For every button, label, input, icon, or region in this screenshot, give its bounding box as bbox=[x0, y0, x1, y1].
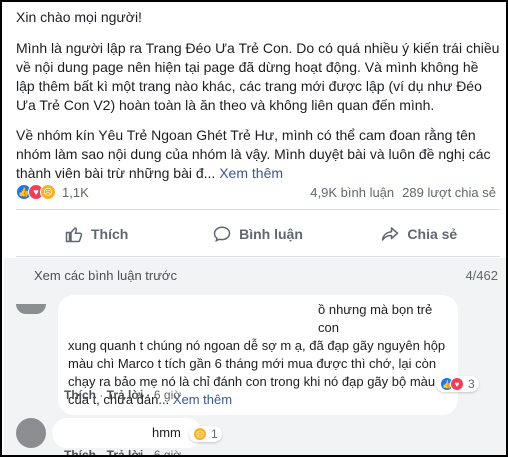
share-button[interactable]: Chia sẻ bbox=[339, 216, 500, 252]
comment-time[interactable]: 6 giờ bbox=[154, 388, 181, 402]
sad-icon: ☹ bbox=[193, 427, 207, 441]
post-frame: Xin chào mọi người! Mình là người lập ra… bbox=[0, 0, 508, 457]
post-paragraph-2: Về nhóm kín Yêu Trẻ Ngoan Ghét Trẻ Hư, m… bbox=[16, 126, 500, 183]
share-count[interactable]: 289 lượt chia sẻ bbox=[402, 185, 496, 200]
reaction-summary: 👍 ♥ ☹ 1,1K 4,9K bình luận 289 lượt chia … bbox=[16, 182, 500, 202]
comment-reply-link[interactable]: Trả lời bbox=[107, 448, 144, 455]
comment-meta: Thích · Trả lời · 6 giờ bbox=[64, 388, 182, 402]
comment-icon bbox=[213, 226, 231, 243]
see-more-link[interactable]: Xem thêm bbox=[219, 165, 283, 181]
comment-label: Bình luận bbox=[239, 226, 303, 242]
divider-bottom bbox=[16, 256, 500, 257]
sad-icon: ☹ bbox=[40, 184, 56, 200]
comment-count[interactable]: 4,9K bình luận bbox=[310, 185, 394, 200]
share-label: Chia sẻ bbox=[407, 226, 458, 242]
like-label: Thích bbox=[90, 226, 129, 242]
post-body: Xin chào mọi người! Mình là người lập ra… bbox=[16, 8, 500, 194]
like-button[interactable]: Thích bbox=[16, 216, 177, 252]
reaction-count[interactable]: 1,1K bbox=[62, 185, 89, 200]
avatar[interactable] bbox=[16, 418, 46, 448]
comment-meta: Thích · Trả lời · 6 giờ bbox=[64, 448, 181, 455]
comment-see-more[interactable]: Xem thêm bbox=[173, 392, 232, 407]
action-bar: Thích Bình luận Chia sẻ bbox=[16, 216, 500, 252]
comment-like-link[interactable]: Thích bbox=[64, 448, 96, 455]
comment-reaction-count: 1 bbox=[211, 427, 218, 441]
comment-reactions[interactable]: 👍 ♥ 3 bbox=[436, 376, 479, 392]
comment-body: hmm bbox=[152, 425, 181, 440]
comment-like-link[interactable]: Thích bbox=[64, 388, 96, 402]
comment-reaction-count: 3 bbox=[468, 377, 475, 391]
comment-button[interactable]: Bình luận bbox=[177, 216, 338, 252]
reaction-icons[interactable]: 👍 ♥ ☹ bbox=[16, 184, 56, 200]
share-icon bbox=[382, 227, 399, 241]
love-icon: ♥ bbox=[450, 377, 464, 391]
thumbs-up-icon bbox=[65, 227, 83, 243]
comment-bubble: hmm bbox=[52, 418, 202, 448]
comment-time[interactable]: 6 giờ bbox=[154, 448, 181, 455]
comments-section: Xem các bình luận trước 4/462 ồ nhưng mà… bbox=[4, 258, 506, 455]
comment-reply-link[interactable]: Trả lời bbox=[107, 388, 144, 402]
post-greeting: Xin chào mọi người! bbox=[16, 9, 142, 25]
comments-counter: 4/462 bbox=[465, 268, 498, 283]
comment-reactions[interactable]: ☹ 1 bbox=[189, 426, 222, 442]
view-previous-comments[interactable]: Xem các bình luận trước bbox=[34, 268, 177, 283]
avatar[interactable] bbox=[16, 304, 46, 314]
post-paragraph-1: Mình là người lập ra Trang Đéo Ưa Trẻ Co… bbox=[16, 40, 500, 113]
post-stats: 4,9K bình luận 289 lượt chia sẻ bbox=[310, 185, 500, 200]
comment-first-line: ồ nhưng mà bọn trẻ con bbox=[318, 302, 433, 335]
divider-top bbox=[16, 209, 500, 210]
